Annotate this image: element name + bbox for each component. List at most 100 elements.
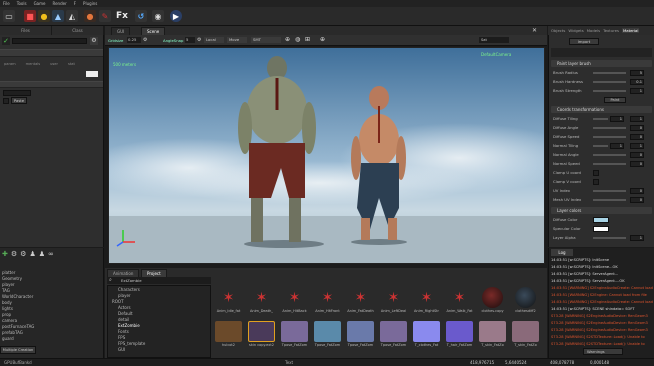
- folder-item[interactable]: ExtZombie: [118, 323, 140, 328]
- folder-item[interactable]: player: [118, 293, 131, 298]
- property-value[interactable]: 0: [630, 125, 644, 131]
- paint-button[interactable]: Paint: [604, 97, 626, 103]
- landscape-icon[interactable]: ▲: [52, 10, 64, 22]
- tree-item[interactable]: player: [2, 282, 15, 287]
- layer-colors-section[interactable]: Layer colors: [551, 207, 652, 214]
- add-icon[interactable]: ✚: [2, 250, 8, 258]
- asset-item[interactable]: clothesdiff2: [512, 287, 539, 317]
- tab-textures[interactable]: Textures: [603, 28, 619, 33]
- space-dropdown[interactable]: Local: [204, 37, 224, 43]
- property-slider[interactable]: [593, 163, 626, 165]
- property-slider[interactable]: [593, 136, 626, 138]
- cube-icon[interactable]: ■: [24, 10, 36, 22]
- property-value[interactable]: 1: [630, 88, 644, 94]
- folder-item[interactable]: FPS: [118, 335, 125, 340]
- undo-icon[interactable]: ↺: [135, 10, 147, 22]
- folder-item[interactable]: ROOT: [112, 299, 124, 304]
- tab-material[interactable]: Material: [622, 28, 640, 33]
- tree-item[interactable]: prefabTAG: [2, 330, 23, 335]
- property-slider[interactable]: [593, 118, 608, 120]
- tab-models[interactable]: Models: [587, 28, 600, 33]
- property-value[interactable]: 1: [630, 235, 644, 241]
- asset-item[interactable]: clothes.copy: [479, 287, 506, 317]
- brush-icon[interactable]: ✎: [99, 10, 111, 22]
- folder-item[interactable]: detail: [118, 317, 129, 322]
- asset-item[interactable]: ✶ Anim_Death_: [248, 287, 275, 317]
- property-slider[interactable]: [593, 145, 608, 147]
- multiple-creation-button[interactable]: Multiple Creation: [0, 346, 36, 354]
- checkmark-icon[interactable]: ✓: [2, 37, 10, 45]
- property-value[interactable]: 0: [630, 134, 644, 140]
- checkbox[interactable]: [593, 179, 599, 185]
- property-value[interactable]: 0: [630, 197, 644, 203]
- gear-icon[interactable]: ⚙: [11, 250, 17, 258]
- transform-mode-dropdown[interactable]: Move: [227, 37, 247, 43]
- sphere-icon[interactable]: ●: [84, 10, 96, 22]
- search-input[interactable]: ExtZombie: [107, 277, 211, 284]
- gear-icon[interactable]: ⚙: [20, 250, 26, 258]
- value-field[interactable]: [3, 90, 31, 96]
- play-icon[interactable]: ▶: [170, 10, 182, 22]
- asset-item[interactable]: T_skin_FatZo: [479, 321, 506, 351]
- color-swatch[interactable]: [593, 217, 609, 223]
- tree-item[interactable]: postFurnaceTAG: [2, 324, 34, 329]
- paint-brush-section[interactable]: Paint layer brush: [551, 60, 652, 67]
- color-swatch[interactable]: [86, 71, 98, 77]
- grid-icon[interactable]: ⊞: [305, 36, 310, 43]
- asset-item[interactable]: T_hair_FatZom: [446, 321, 473, 351]
- asset-item[interactable]: ✶ Anim_Walk_Fat: [446, 287, 473, 317]
- tab-scene[interactable]: Scene: [141, 27, 166, 35]
- property-value[interactable]: 0: [630, 152, 644, 158]
- asset-item[interactable]: Tpose_FatZom: [281, 321, 308, 351]
- zoom-icon[interactable]: ⊕: [320, 36, 325, 43]
- property-slider[interactable]: [593, 72, 626, 74]
- anglesnap-field[interactable]: 5: [185, 37, 195, 43]
- asset-item[interactable]: T_clothes_Fat: [413, 321, 440, 351]
- property-slider[interactable]: [593, 199, 626, 201]
- terrain-icon[interactable]: ◭: [66, 10, 78, 22]
- name-field[interactable]: [12, 38, 87, 44]
- property-slider[interactable]: [593, 127, 626, 129]
- folder-item[interactable]: Default: [118, 311, 133, 316]
- link-icon[interactable]: ∞: [48, 250, 54, 258]
- tab-files[interactable]: Files: [0, 26, 52, 35]
- section-header[interactable]: [0, 49, 103, 57]
- close-icon[interactable]: ✕: [532, 27, 537, 34]
- tree-item[interactable]: WorldCharacter: [2, 294, 33, 299]
- tab-gui[interactable]: GUI: [111, 27, 131, 35]
- tree-item[interactable]: guard: [2, 336, 14, 341]
- property-value[interactable]: 1: [610, 143, 624, 149]
- tree-item[interactable]: platter: [2, 270, 15, 275]
- person-icon[interactable]: ♟: [29, 250, 35, 258]
- gridsize-field[interactable]: 0.25: [127, 37, 141, 43]
- asset-item[interactable]: ✶ Anim_RightStr: [413, 287, 440, 317]
- asset-item[interactable]: Tpose_FatZom: [314, 321, 341, 351]
- checkbox[interactable]: [593, 170, 599, 176]
- scene-viewport[interactable]: 500 meters DefaultCamera: [108, 47, 545, 264]
- menu-plugins[interactable]: Plugins: [83, 1, 97, 6]
- log-filter-dropdown[interactable]: Warnings: [583, 348, 623, 355]
- fx-button[interactable]: Fx: [114, 10, 130, 22]
- menu-f[interactable]: F: [74, 1, 76, 6]
- property-value[interactable]: 5: [630, 70, 644, 76]
- menu-file[interactable]: File: [3, 1, 10, 6]
- coords-section[interactable]: Coords transformations: [551, 106, 652, 113]
- settings-icon[interactable]: ⚙: [197, 37, 201, 43]
- tree-item[interactable]: body: [2, 300, 12, 305]
- property-value[interactable]: 0: [630, 188, 644, 194]
- settings-icon[interactable]: ⚙: [90, 37, 98, 45]
- asset-item[interactable]: ✶ Anim_LeftDeal: [380, 287, 407, 317]
- section-header[interactable]: [0, 81, 103, 88]
- globe-icon[interactable]: ◍: [295, 36, 300, 43]
- folder-item[interactable]: Fonts: [118, 329, 129, 334]
- menu-tools[interactable]: Tools: [17, 1, 27, 6]
- tab-class[interactable]: Class: [52, 26, 104, 35]
- folder-item[interactable]: Actors: [118, 305, 131, 310]
- asset-item[interactable]: ✶ Anim_FatDeath: [347, 287, 374, 317]
- property-slider[interactable]: [593, 154, 626, 156]
- tree-item[interactable]: camera: [2, 318, 17, 323]
- zoom-field[interactable]: Sat: [479, 37, 509, 43]
- asset-item[interactable]: hulcot2: [215, 321, 242, 351]
- tab-objects[interactable]: Objects: [551, 28, 565, 33]
- property-slider[interactable]: [593, 190, 626, 192]
